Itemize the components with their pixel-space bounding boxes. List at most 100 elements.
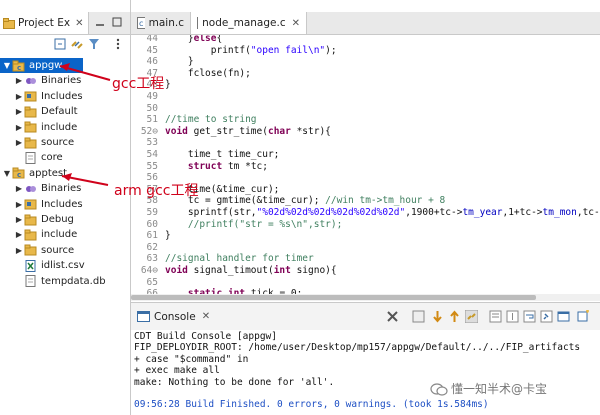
chevron-right-icon[interactable]: ▶ — [15, 212, 23, 227]
binaries-icon — [24, 183, 38, 195]
line-number: 55 — [146, 160, 158, 172]
clear-console-icon[interactable] — [489, 310, 502, 323]
code-editor[interactable]: 44 45 46 47 48 49 50 51 52⊖ 53 54 55 56 57 58 59 60 61 62 6… — [131, 35, 600, 294]
tab-node-manage-c[interactable]: c node_manage.c ✕ — [191, 12, 307, 34]
minimize-icon[interactable] — [95, 17, 105, 27]
tree-item-includes[interactable]: ▶ Includes — [0, 197, 83, 212]
maximize-icon[interactable] — [112, 17, 122, 27]
line-number: 62 — [146, 241, 158, 253]
project-explorer-panel: Project Ex ✕ ▼ c appgw ▶ Binaries ▶ Includes ▶ D… — [0, 0, 131, 415]
file-icon — [24, 151, 38, 164]
console-icon — [137, 311, 150, 322]
chevron-right-icon[interactable]: ▶ — [15, 73, 23, 88]
tree-item-label: Includes — [41, 90, 83, 102]
tree-item-label: Debug — [41, 214, 74, 225]
tree-item-include[interactable]: ▶ include — [0, 120, 77, 135]
line-number: 60 — [146, 218, 158, 230]
c-file-icon: c — [197, 17, 199, 29]
chevron-right-icon[interactable]: ▶ — [15, 197, 23, 212]
chevron-right-icon[interactable]: ▶ — [15, 181, 23, 196]
annotation-arm-gcc-project: arm gcc工程 — [114, 183, 199, 199]
chevron-right-icon[interactable]: ▶ — [15, 243, 23, 258]
link-icon[interactable] — [465, 310, 478, 323]
folder-icon — [24, 137, 38, 149]
tree-item-idlist-csv[interactable]: idlist.csv — [0, 258, 85, 273]
includes-icon — [24, 198, 38, 210]
console-toolbar: Console ✕ — [131, 302, 600, 331]
csv-file-icon — [24, 259, 38, 272]
code-line: void get_str_time(char *str){ — [165, 125, 331, 137]
word-wrap-icon[interactable] — [523, 310, 536, 323]
code-line: tc = gmtime(&time_cur); //win tm->tm_hou… — [165, 195, 446, 207]
link-with-editor-icon[interactable] — [70, 37, 84, 51]
project-explorer-tabbar: Project Ex ✕ — [0, 12, 130, 35]
terminate-icon[interactable] — [386, 310, 399, 323]
close-icon[interactable]: ✕ — [292, 18, 300, 29]
close-icon[interactable]: ✕ — [202, 311, 210, 322]
folder-icon — [24, 229, 38, 241]
folder-icon — [24, 106, 38, 118]
tree-item-debug[interactable]: ▶ Debug — [0, 212, 74, 227]
code-line: void signal_timout(int signo){ — [165, 265, 337, 276]
tree-item-label: Default — [41, 106, 78, 118]
tab-project-explorer-label: Project Ex — [18, 17, 71, 29]
chevron-right-icon[interactable]: ▶ — [15, 135, 23, 150]
console-line: + case "$command" in — [134, 353, 249, 365]
tab-main-c-label: main.c — [148, 17, 184, 29]
line-number: 44 — [146, 35, 158, 44]
console-line: make: Nothing to be done for 'all'. — [134, 376, 335, 388]
line-number: 53 — [146, 137, 158, 149]
code-line: sprintf(str,"%02d%02d%02d%02d%02d%02d",1… — [165, 207, 600, 218]
line-number: 61 — [146, 230, 158, 242]
view-menu-icon[interactable] — [111, 37, 125, 51]
tree-item-label: include — [41, 229, 78, 241]
chevron-right-icon[interactable]: ▶ — [15, 89, 23, 104]
console-line: + exec make all — [134, 365, 220, 377]
chevron-right-icon[interactable]: ▶ — [15, 120, 23, 135]
wechat-icon — [430, 382, 448, 396]
tree-item-binaries[interactable]: ▶ Binaries — [0, 181, 81, 196]
tree-item-label: Binaries — [41, 75, 82, 87]
tree-item-default[interactable]: ▶ Default — [0, 104, 78, 119]
tree-item-label: include — [41, 121, 78, 133]
tab-console[interactable]: Console ✕ — [131, 303, 216, 330]
line-number: 46 — [146, 56, 158, 68]
line-number: 63 — [146, 253, 158, 265]
code-line: }else{ — [165, 35, 223, 44]
tab-project-explorer[interactable]: Project Ex ✕ — [0, 12, 89, 34]
file-icon — [24, 275, 38, 288]
line-number: 64⊖ — [140, 265, 158, 276]
tree-item-include[interactable]: ▶ include — [0, 227, 77, 242]
new-console-icon[interactable] — [577, 310, 590, 323]
collapse-all-icon[interactable] — [53, 37, 67, 51]
line-number: 54 — [146, 149, 158, 160]
line-number: 65 — [146, 276, 158, 288]
arrow-up-icon[interactable] — [448, 310, 461, 323]
console-output[interactable]: CDT Build Console [appgw] FIP_DEPLOYDIR_R… — [131, 330, 600, 415]
tree-item-apptest[interactable]: ▼ c apptest — [0, 166, 67, 181]
scrollbar-thumb[interactable] — [131, 295, 536, 300]
close-icon[interactable]: ✕ — [75, 18, 83, 29]
scroll-lock-icon[interactable] — [506, 310, 519, 323]
tab-main-c[interactable]: c main.c — [131, 12, 191, 34]
arrow-down-icon[interactable] — [431, 310, 444, 323]
tree-item-appgw[interactable]: ▼ c appgw — [0, 58, 83, 73]
filter-icon[interactable] — [87, 37, 101, 51]
tree-item-source[interactable]: ▶ source — [0, 243, 74, 258]
line-number: 51 — [146, 114, 158, 126]
tree-item-label: source — [41, 137, 75, 148]
scroll-lock-icon[interactable] — [412, 310, 425, 323]
chevron-right-icon[interactable]: ▶ — [15, 104, 23, 119]
display-console-icon[interactable] — [557, 310, 570, 323]
tree-item-tempdata-db[interactable]: tempdata.db — [0, 274, 106, 289]
tree-item-binaries[interactable]: ▶ Binaries — [0, 73, 81, 88]
tree-item-includes[interactable]: ▶ Includes — [0, 89, 83, 104]
tree-item-source[interactable]: ▶ source — [0, 135, 74, 150]
pin-console-icon[interactable] — [540, 310, 553, 323]
horizontal-scrollbar[interactable] — [131, 294, 600, 301]
includes-icon — [24, 90, 38, 102]
tree-item-core[interactable]: core — [0, 150, 63, 165]
chevron-down-icon[interactable]: ▼ — [3, 58, 11, 73]
chevron-right-icon[interactable]: ▶ — [15, 227, 23, 242]
chevron-down-icon[interactable]: ▼ — [3, 166, 11, 181]
